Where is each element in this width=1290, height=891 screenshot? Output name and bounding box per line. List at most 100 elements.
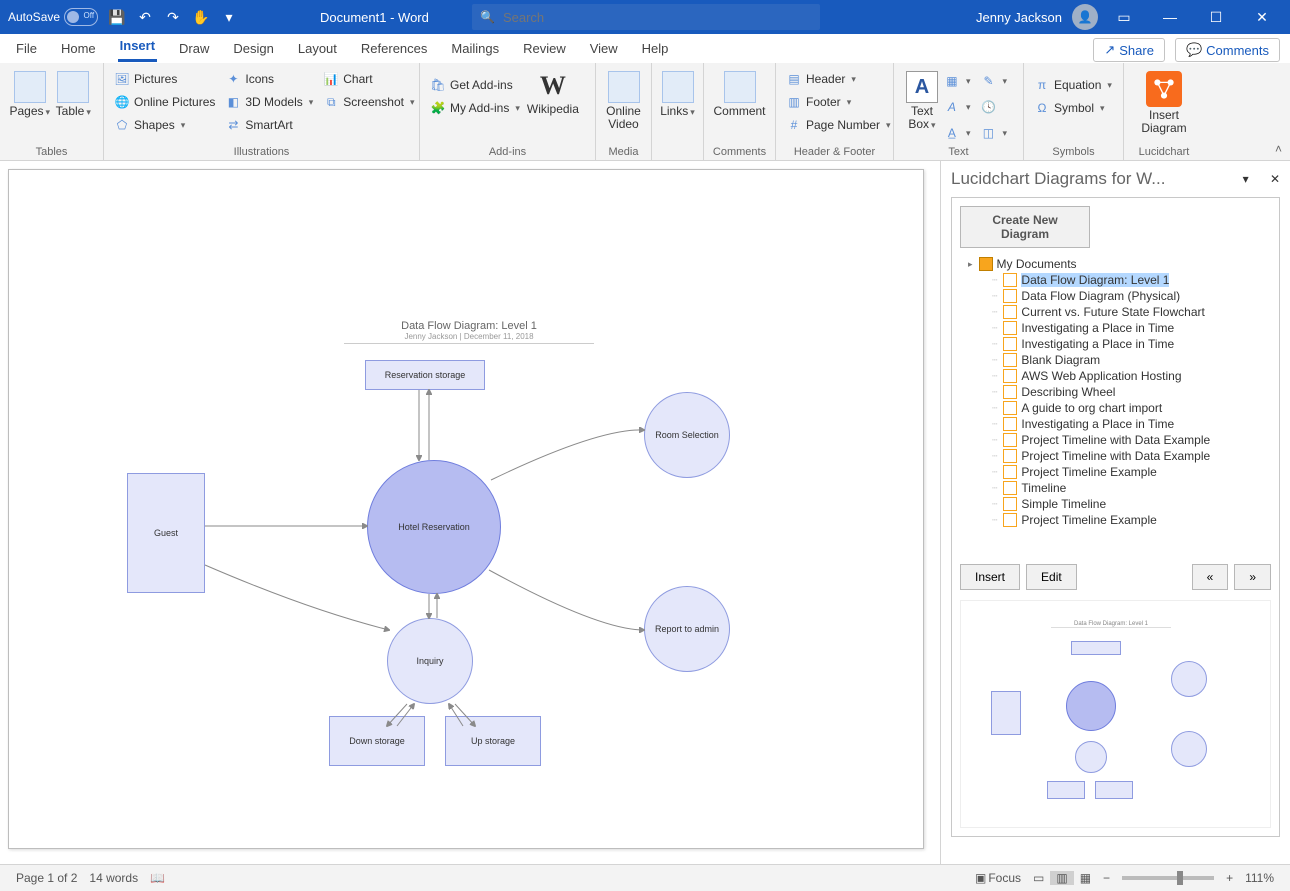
prev-page-button[interactable]: « <box>1192 564 1229 590</box>
tree-item[interactable]: Describing Wheel <box>960 384 1271 400</box>
comment-label: Comment <box>713 105 765 118</box>
object-button[interactable]: ◫ <box>978 123 1009 143</box>
word-count[interactable]: 14 words <box>83 871 144 885</box>
undo-icon[interactable]: ↶ <box>136 8 154 26</box>
pictures-button[interactable]: 🖼Pictures <box>112 69 217 89</box>
pages-button[interactable]: Pages <box>8 67 52 118</box>
3d-models-button[interactable]: ◧3D Models <box>223 92 315 112</box>
tree-folder-my-documents[interactable]: My Documents <box>960 256 1271 272</box>
equation-button[interactable]: πEquation <box>1032 75 1114 95</box>
table-button[interactable]: Table <box>52 67 96 118</box>
touch-icon[interactable]: ✋ <box>192 8 210 26</box>
tree-item[interactable]: Current vs. Future State Flowchart <box>960 304 1271 320</box>
tree-item[interactable]: Simple Timeline <box>960 496 1271 512</box>
diagram-tree[interactable]: My Documents Data Flow Diagram: Level 1D… <box>960 256 1271 556</box>
pane-menu-icon[interactable]: ▾ <box>1243 172 1249 186</box>
zoom-out-button[interactable]: − <box>1097 871 1116 885</box>
share-button[interactable]: ↗Share <box>1093 38 1165 62</box>
text-box-button[interactable]: A Text Box <box>902 67 942 131</box>
tab-view[interactable]: View <box>588 35 620 62</box>
tree-item[interactable]: AWS Web Application Hosting <box>960 368 1271 384</box>
screenshot-button[interactable]: ⧉Screenshot <box>321 92 416 112</box>
ribbon-mode-icon[interactable]: ▭ <box>1104 0 1144 34</box>
tree-item[interactable]: Investigating a Place in Time <box>960 320 1271 336</box>
account-avatar-icon[interactable]: 👤 <box>1072 4 1098 30</box>
create-new-diagram-button[interactable]: Create New Diagram <box>960 206 1090 248</box>
tree-item[interactable]: Project Timeline Example <box>960 464 1271 480</box>
tree-item[interactable]: Project Timeline Example <box>960 512 1271 528</box>
next-page-button[interactable]: » <box>1234 564 1271 590</box>
maximize-icon[interactable]: ☐ <box>1196 0 1236 34</box>
comment-button[interactable]: Comment <box>712 67 767 118</box>
document-page: Data Flow Diagram: Level 1 Jenny Jackson… <box>8 169 924 849</box>
shapes-button[interactable]: ⬠Shapes <box>112 115 217 135</box>
tab-home[interactable]: Home <box>59 35 98 62</box>
tree-item[interactable]: Data Flow Diagram: Level 1 <box>960 272 1271 288</box>
spell-check-icon[interactable]: 📖 <box>144 871 171 885</box>
tree-item[interactable]: Blank Diagram <box>960 352 1271 368</box>
table-icon <box>57 71 89 103</box>
read-mode-icon[interactable]: ▭ <box>1027 871 1050 885</box>
focus-mode-button[interactable]: ▣Focus <box>969 871 1027 885</box>
autosave-toggle[interactable]: AutoSave Off <box>8 8 98 26</box>
minimize-icon[interactable]: — <box>1150 0 1190 34</box>
zoom-slider[interactable] <box>1122 876 1214 880</box>
my-addins-button[interactable]: 🧩My Add-ins <box>428 98 522 118</box>
collapse-ribbon-icon[interactable]: ˄ <box>1275 142 1282 156</box>
tab-insert[interactable]: Insert <box>118 32 157 62</box>
search-box[interactable]: 🔍 <box>472 4 820 30</box>
smartart-button[interactable]: ⇄SmartArt <box>223 115 315 135</box>
my-addins-icon: 🧩 <box>430 100 446 116</box>
quick-parts-button[interactable]: ▦ <box>942 71 973 91</box>
insert-diagram-button[interactable]: Insert Diagram <box>1132 67 1196 135</box>
customize-qat-icon[interactable]: ▾ <box>220 8 238 26</box>
tab-file[interactable]: File <box>14 35 39 62</box>
tree-item[interactable]: Project Timeline with Data Example <box>960 448 1271 464</box>
date-time-button[interactable]: 🕓 <box>978 97 998 117</box>
account-name[interactable]: Jenny Jackson <box>976 10 1062 25</box>
save-icon[interactable]: 💾 <box>108 8 126 26</box>
tab-layout[interactable]: Layout <box>296 35 339 62</box>
search-input[interactable] <box>503 10 812 25</box>
tab-review[interactable]: Review <box>521 35 568 62</box>
zoom-in-button[interactable]: + <box>1220 871 1239 885</box>
tab-references[interactable]: References <box>359 35 429 62</box>
edit-button[interactable]: Edit <box>1026 564 1077 590</box>
drop-cap-button[interactable]: A̲ <box>942 123 973 143</box>
document-area[interactable]: Data Flow Diagram: Level 1 Jenny Jackson… <box>0 161 940 864</box>
chart-button[interactable]: 📊Chart <box>321 69 416 89</box>
preview-node <box>1066 681 1116 731</box>
tree-item[interactable]: Timeline <box>960 480 1271 496</box>
get-addins-button[interactable]: 🛍Get Add-ins <box>428 75 522 95</box>
tree-item[interactable]: Investigating a Place in Time <box>960 416 1271 432</box>
links-button[interactable]: Links <box>660 67 695 118</box>
tree-item[interactable]: A guide to org chart import <box>960 400 1271 416</box>
tab-draw[interactable]: Draw <box>177 35 211 62</box>
comments-button[interactable]: 💬Comments <box>1175 38 1280 62</box>
wikipedia-button[interactable]: W Wikipedia <box>528 67 578 116</box>
tree-item[interactable]: Data Flow Diagram (Physical) <box>960 288 1271 304</box>
redo-icon[interactable]: ↷ <box>164 8 182 26</box>
print-layout-icon[interactable]: ▥ <box>1050 871 1073 885</box>
online-pictures-button[interactable]: 🌐Online Pictures <box>112 92 217 112</box>
web-layout-icon[interactable]: ▦ <box>1074 871 1097 885</box>
icons-button[interactable]: ✦Icons <box>223 69 315 89</box>
symbol-button[interactable]: ΩSymbol <box>1032 98 1114 118</box>
tree-item[interactable]: Project Timeline with Data Example <box>960 432 1271 448</box>
tab-mailings[interactable]: Mailings <box>449 35 501 62</box>
close-icon[interactable]: ✕ <box>1242 0 1282 34</box>
page-number-button[interactable]: #Page Number <box>784 115 893 135</box>
page-indicator[interactable]: Page 1 of 2 <box>10 871 83 885</box>
header-button[interactable]: ▤Header <box>784 69 893 89</box>
online-video-button[interactable]: Online Video <box>604 67 643 131</box>
tree-item[interactable]: Investigating a Place in Time <box>960 336 1271 352</box>
tab-help[interactable]: Help <box>640 35 671 62</box>
footer-button[interactable]: ▥Footer <box>784 92 893 112</box>
wordart-button[interactable]: A <box>942 97 973 117</box>
text-box-icon: A <box>906 71 938 103</box>
insert-button[interactable]: Insert <box>960 564 1020 590</box>
signature-button[interactable]: ✎ <box>978 71 1009 91</box>
zoom-level[interactable]: 111% <box>1239 871 1280 885</box>
pane-close-icon[interactable]: ✕ <box>1270 172 1280 186</box>
tab-design[interactable]: Design <box>231 35 275 62</box>
